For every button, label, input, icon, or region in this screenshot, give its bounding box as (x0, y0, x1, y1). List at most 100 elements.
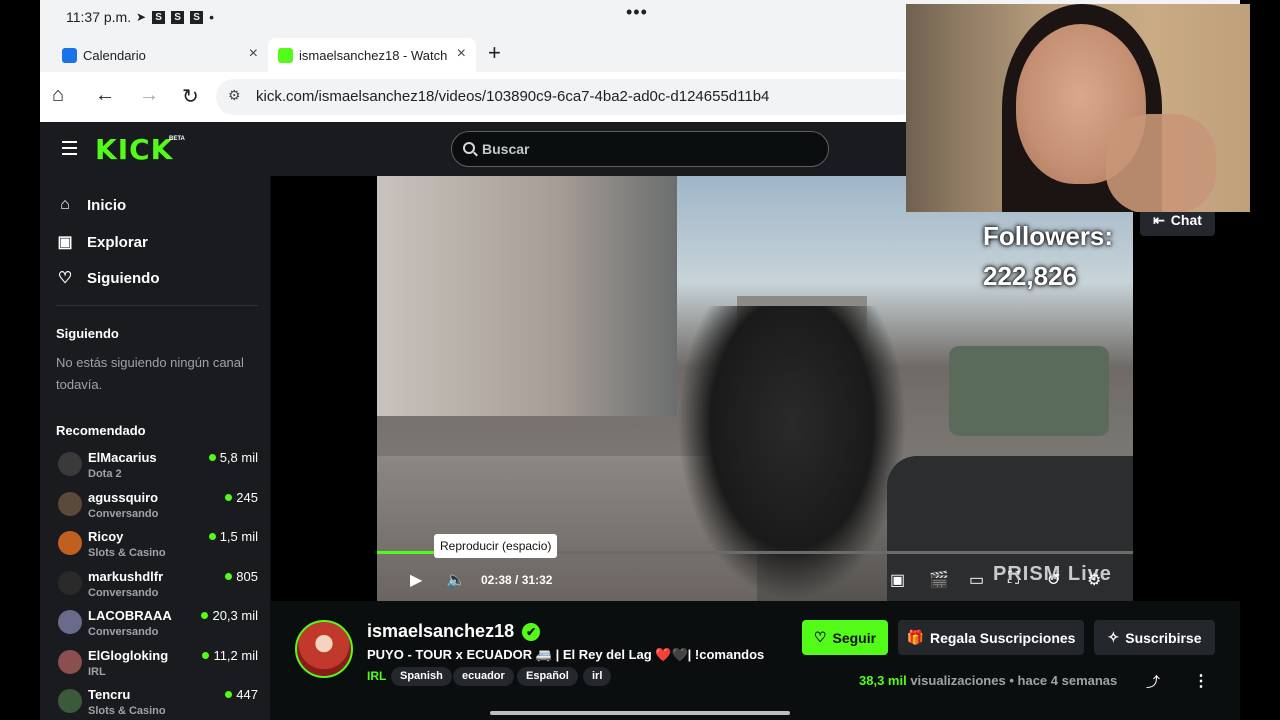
viewer-count: 447 (225, 687, 258, 702)
clip-icon[interactable]: 🎬 (929, 570, 949, 590)
live-dot-icon (225, 573, 233, 580)
category-link[interactable]: IRL (367, 669, 386, 683)
recommended-channel[interactable]: ElMacarius Dota 2 5,8 mil (56, 450, 258, 486)
channel-name: Ricoy (88, 529, 124, 544)
recommended-channel[interactable]: agussquiro Conversando 245 (56, 490, 258, 526)
miniplayer-icon[interactable]: ▣ (890, 570, 905, 590)
subscribe-label: Suscribirse (1125, 629, 1202, 646)
verified-badge-icon: ✔ (522, 622, 541, 641)
tab-kick[interactable]: ismaelsanchez18 - Watch th × (268, 38, 476, 72)
menu-icon[interactable] (62, 141, 77, 155)
tag-chip[interactable]: ecuador (453, 667, 514, 686)
seek-bar-fill (377, 551, 441, 554)
status-time: 11:37 p.m. (66, 9, 132, 25)
follow-button[interactable]: ♡ Seguir (802, 620, 888, 655)
channel-avatar[interactable] (295, 620, 353, 678)
following-heading: Siguiendo (56, 326, 119, 341)
channel-category: Conversando (88, 587, 159, 599)
site-settings-icon[interactable]: ⚙ (228, 87, 241, 104)
volume-icon[interactable]: 🔈 (446, 570, 466, 590)
chat-expand-icon: ⇤ (1153, 211, 1165, 228)
more-options-icon[interactable]: ⋮ (1193, 671, 1209, 691)
sidebar-item-siguiendo[interactable]: ♡ Siguiendo (56, 268, 160, 288)
channel-category: Dota 2 (88, 468, 122, 480)
duration: 31:32 (521, 573, 553, 587)
viewer-count-text: 447 (236, 687, 258, 702)
followers-label: Followers: (983, 221, 1114, 251)
recommended-channel[interactable]: markushdlfr Conversando 805 (56, 569, 258, 605)
sidebar-item-label: Explorar (87, 233, 148, 251)
viewer-count: 1,5 mil (208, 529, 258, 544)
view-count: 38,3 mil (859, 673, 907, 688)
channel-category: Slots & Casino (88, 547, 166, 559)
search-placeholder: Buscar (482, 141, 530, 157)
recommended-channel[interactable]: Tencru Slots & Casino 447 (56, 687, 258, 720)
search-input[interactable]: Buscar (451, 131, 829, 167)
channel-category: IRL (88, 666, 106, 678)
kick-favicon-icon (278, 47, 293, 63)
live-dot-icon (202, 652, 210, 659)
home-icon[interactable]: ⌂ (52, 84, 64, 107)
follow-label: Seguir (832, 629, 877, 646)
sidebar: ⌂ Inicio ▣ Explorar ♡ Siguiendo Siguiend… (40, 176, 270, 720)
notification-icon: S (171, 10, 185, 24)
sidebar-item-inicio[interactable]: ⌂ Inicio (56, 196, 126, 214)
forward-icon[interactable]: → (139, 84, 159, 107)
channel-name: LACOBRAAA (88, 608, 172, 623)
time-separator: / (515, 573, 519, 587)
playback-time: 02:38 / 31:32 (481, 573, 552, 587)
tab-calendario[interactable]: Calendario × (40, 38, 268, 72)
share-icon[interactable]: ⤴ (1146, 672, 1160, 692)
gift-label: Regala Suscripciones (929, 629, 1076, 646)
back-icon[interactable]: ← (95, 84, 115, 107)
tag-chip[interactable]: irl (583, 667, 612, 686)
viewer-count-text: 805 (236, 569, 258, 584)
channel-category: Conversando (88, 508, 159, 520)
sidebar-divider (56, 305, 258, 306)
webcam-overlay (906, 4, 1250, 212)
channel-name: ElMacarius (88, 450, 157, 465)
play-icon[interactable]: ▶ (410, 570, 422, 590)
channel-name: agussquiro (88, 490, 159, 505)
address-bar[interactable]: ⚙ kick.com/ismaelsanchez18/videos/103890… (216, 79, 916, 115)
current-time: 02:38 (481, 573, 512, 587)
channel-name: markushdlfr (88, 569, 164, 584)
close-tab-icon[interactable]: × (457, 45, 466, 63)
viewer-count: 5,8 mil (208, 450, 258, 465)
live-dot-icon (225, 691, 233, 698)
channel-name: ElGlogloking (88, 648, 169, 663)
recommended-channel[interactable]: ElGlogloking IRL 11,2 mil (56, 648, 258, 684)
sidebar-item-explorar[interactable]: ▣ Explorar (56, 232, 148, 252)
new-tab-button[interactable]: + (488, 40, 501, 66)
followers-overlay: Followers: 222,826 (983, 216, 1113, 296)
recommended-channel[interactable]: Ricoy Slots & Casino 1,5 mil (56, 529, 258, 565)
video-title: PUYO - TOUR x ECUADOR 🚐 | El Rey del Lag… (367, 647, 765, 662)
close-tab-icon[interactable]: × (249, 45, 258, 63)
kick-logo[interactable]: KICK (95, 133, 173, 166)
sidebar-item-label: Inicio (87, 196, 127, 214)
channel-name[interactable]: ismaelsanchez18 (367, 621, 514, 642)
url-text: kick.com/ismaelsanchez18/videos/103890c9… (256, 88, 770, 105)
beta-label: BETA (169, 136, 185, 142)
notification-icon: S (152, 10, 166, 24)
theater-mode-icon[interactable]: ▭ (969, 570, 984, 590)
subscribe-button[interactable]: ✧ Suscribirse (1094, 620, 1215, 655)
gift-icon: 🎁 (906, 629, 924, 645)
gift-subs-button[interactable]: 🎁 Regala Suscripciones (898, 620, 1084, 655)
recommended-channel[interactable]: LACOBRAAA Conversando 20,3 mil (56, 608, 258, 644)
reload-icon[interactable]: ↻ (182, 84, 199, 109)
window-menu-dots[interactable]: ••• (626, 2, 648, 23)
followers-count: 222,826 (983, 261, 1077, 291)
viewer-count: 20,3 mil (201, 608, 258, 623)
tag-chip[interactable]: Spanish (391, 667, 452, 686)
video-scene-crowd (677, 306, 907, 601)
following-empty-text: No estás siguiendo ningún canal todavía. (56, 355, 244, 392)
avatar (58, 452, 82, 476)
viewer-count-text: 11,2 mil (213, 648, 258, 663)
tag-chip[interactable]: Español (517, 667, 578, 686)
viewer-count: 805 (225, 569, 258, 584)
notification-icon: S (190, 10, 204, 24)
avatar (58, 689, 82, 713)
search-icon (463, 142, 475, 154)
tab-title: ismaelsanchez18 - Watch th (299, 47, 451, 63)
